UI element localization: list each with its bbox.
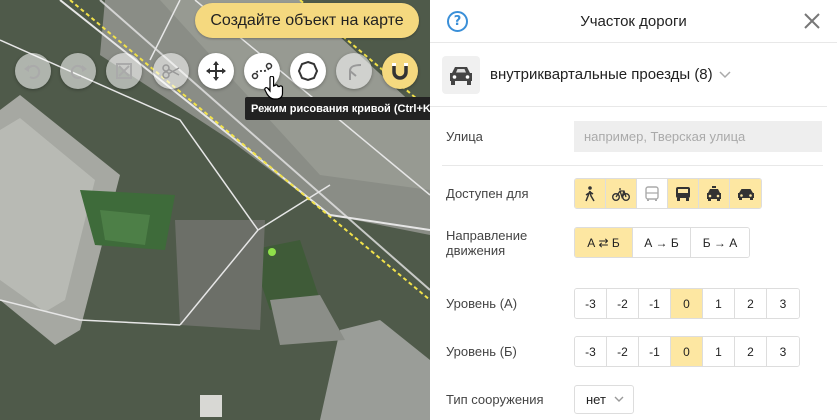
direction-label: Направление движения <box>446 227 528 258</box>
scissors-icon <box>162 64 180 79</box>
direction-option-a-to-b[interactable]: А → Б <box>633 228 691 257</box>
level-b-option[interactable]: -1 <box>639 337 671 366</box>
redo-icon <box>70 64 87 79</box>
level-b-option[interactable]: -3 <box>575 337 607 366</box>
road-type-label: внутриквартальные проезды (8) <box>490 66 713 83</box>
map-canvas[interactable]: Создайте объект на карте Режим рисования… <box>0 0 430 420</box>
level-b-row: Уровень (Б) -3 -2 -1 0 1 2 3 <box>446 336 823 367</box>
level-a-option[interactable]: -3 <box>575 289 607 318</box>
bicycle-icon <box>612 187 630 201</box>
level-b-label: Уровень (Б) <box>446 344 517 359</box>
access-bicycle-toggle[interactable] <box>606 179 637 208</box>
delete-vertex-icon <box>116 63 132 79</box>
truck-icon <box>676 186 690 201</box>
level-a-option[interactable]: 1 <box>703 289 735 318</box>
structure-row: Тип сооружения нет <box>446 385 823 414</box>
move-button[interactable] <box>198 53 234 89</box>
access-pedestrian-toggle[interactable] <box>575 179 606 208</box>
close-icon[interactable] <box>803 12 821 30</box>
level-a-group: -3 -2 -1 0 1 2 3 <box>574 288 800 319</box>
access-row: Доступен для <box>446 178 823 209</box>
delete-vertex-button[interactable] <box>106 53 142 89</box>
access-group <box>574 178 762 209</box>
circle-icon <box>297 60 319 82</box>
road-type-selector[interactable]: внутриквартальные проезды (8) <box>430 43 827 107</box>
taxi-icon <box>707 185 721 201</box>
magnet-button[interactable] <box>382 53 418 89</box>
direction-option-both[interactable]: А ⇄ Б <box>575 228 633 257</box>
redo-button[interactable] <box>60 53 96 89</box>
car-front-icon <box>450 66 472 85</box>
access-car-toggle[interactable] <box>730 179 761 208</box>
street-row: Улица <box>446 121 823 152</box>
access-label: Доступен для <box>446 186 529 201</box>
properties-panel: ? Участок дороги внутриквартальные проез… <box>430 0 837 420</box>
street-input[interactable] <box>574 121 822 152</box>
level-b-group: -3 -2 -1 0 1 2 3 <box>574 336 800 367</box>
tooltip: Режим рисования кривой (Ctrl+K) <box>245 97 430 120</box>
bus-icon <box>645 185 659 201</box>
chevron-down-icon <box>719 70 731 78</box>
street-label: Улица <box>446 129 483 144</box>
help-icon[interactable]: ? <box>447 11 468 32</box>
cut-button[interactable] <box>153 53 189 89</box>
direction-option-b-to-a[interactable]: Б → А <box>691 228 749 257</box>
direction-row: Направление движения А ⇄ Б А → Б Б → А <box>446 227 823 258</box>
level-a-option[interactable]: -1 <box>639 289 671 318</box>
level-b-option[interactable]: 3 <box>767 337 799 366</box>
level-a-row: Уровень (А) -3 -2 -1 0 1 2 3 <box>446 288 823 319</box>
access-bus-toggle[interactable] <box>637 179 668 208</box>
level-a-option[interactable]: 2 <box>735 289 767 318</box>
level-b-option[interactable]: -2 <box>607 337 639 366</box>
access-truck-toggle[interactable] <box>668 179 699 208</box>
structure-label: Тип сооружения <box>446 392 544 407</box>
pedestrian-icon <box>585 185 595 201</box>
level-b-option[interactable]: 2 <box>735 337 767 366</box>
level-b-option-selected[interactable]: 0 <box>671 337 703 366</box>
level-b-option[interactable]: 1 <box>703 337 735 366</box>
road-type-icon <box>442 55 480 94</box>
divider <box>442 165 823 166</box>
level-a-option[interactable]: -2 <box>607 289 639 318</box>
access-taxi-toggle[interactable] <box>699 179 730 208</box>
structure-select[interactable]: нет <box>574 385 634 414</box>
create-object-button[interactable]: Создайте объект на карте <box>195 3 419 38</box>
undo-button[interactable] <box>15 53 51 89</box>
move-icon <box>206 61 226 81</box>
magnet-icon <box>392 63 408 80</box>
panel-title: Участок дороги <box>580 12 687 30</box>
direction-group: А ⇄ Б А → Б Б → А <box>574 227 750 258</box>
hand-cursor-icon <box>264 76 284 100</box>
undo-icon <box>24 64 41 79</box>
chevron-down-icon <box>614 396 624 402</box>
branch-icon <box>349 64 362 80</box>
level-a-option[interactable]: 3 <box>767 289 799 318</box>
level-a-label: Уровень (А) <box>446 296 518 311</box>
car-icon <box>737 188 754 200</box>
structure-value: нет <box>586 392 606 407</box>
branch-button[interactable] <box>336 53 372 89</box>
circle-button[interactable] <box>290 53 326 89</box>
panel-header: ? Участок дороги <box>430 0 837 43</box>
level-a-option-selected[interactable]: 0 <box>671 289 703 318</box>
